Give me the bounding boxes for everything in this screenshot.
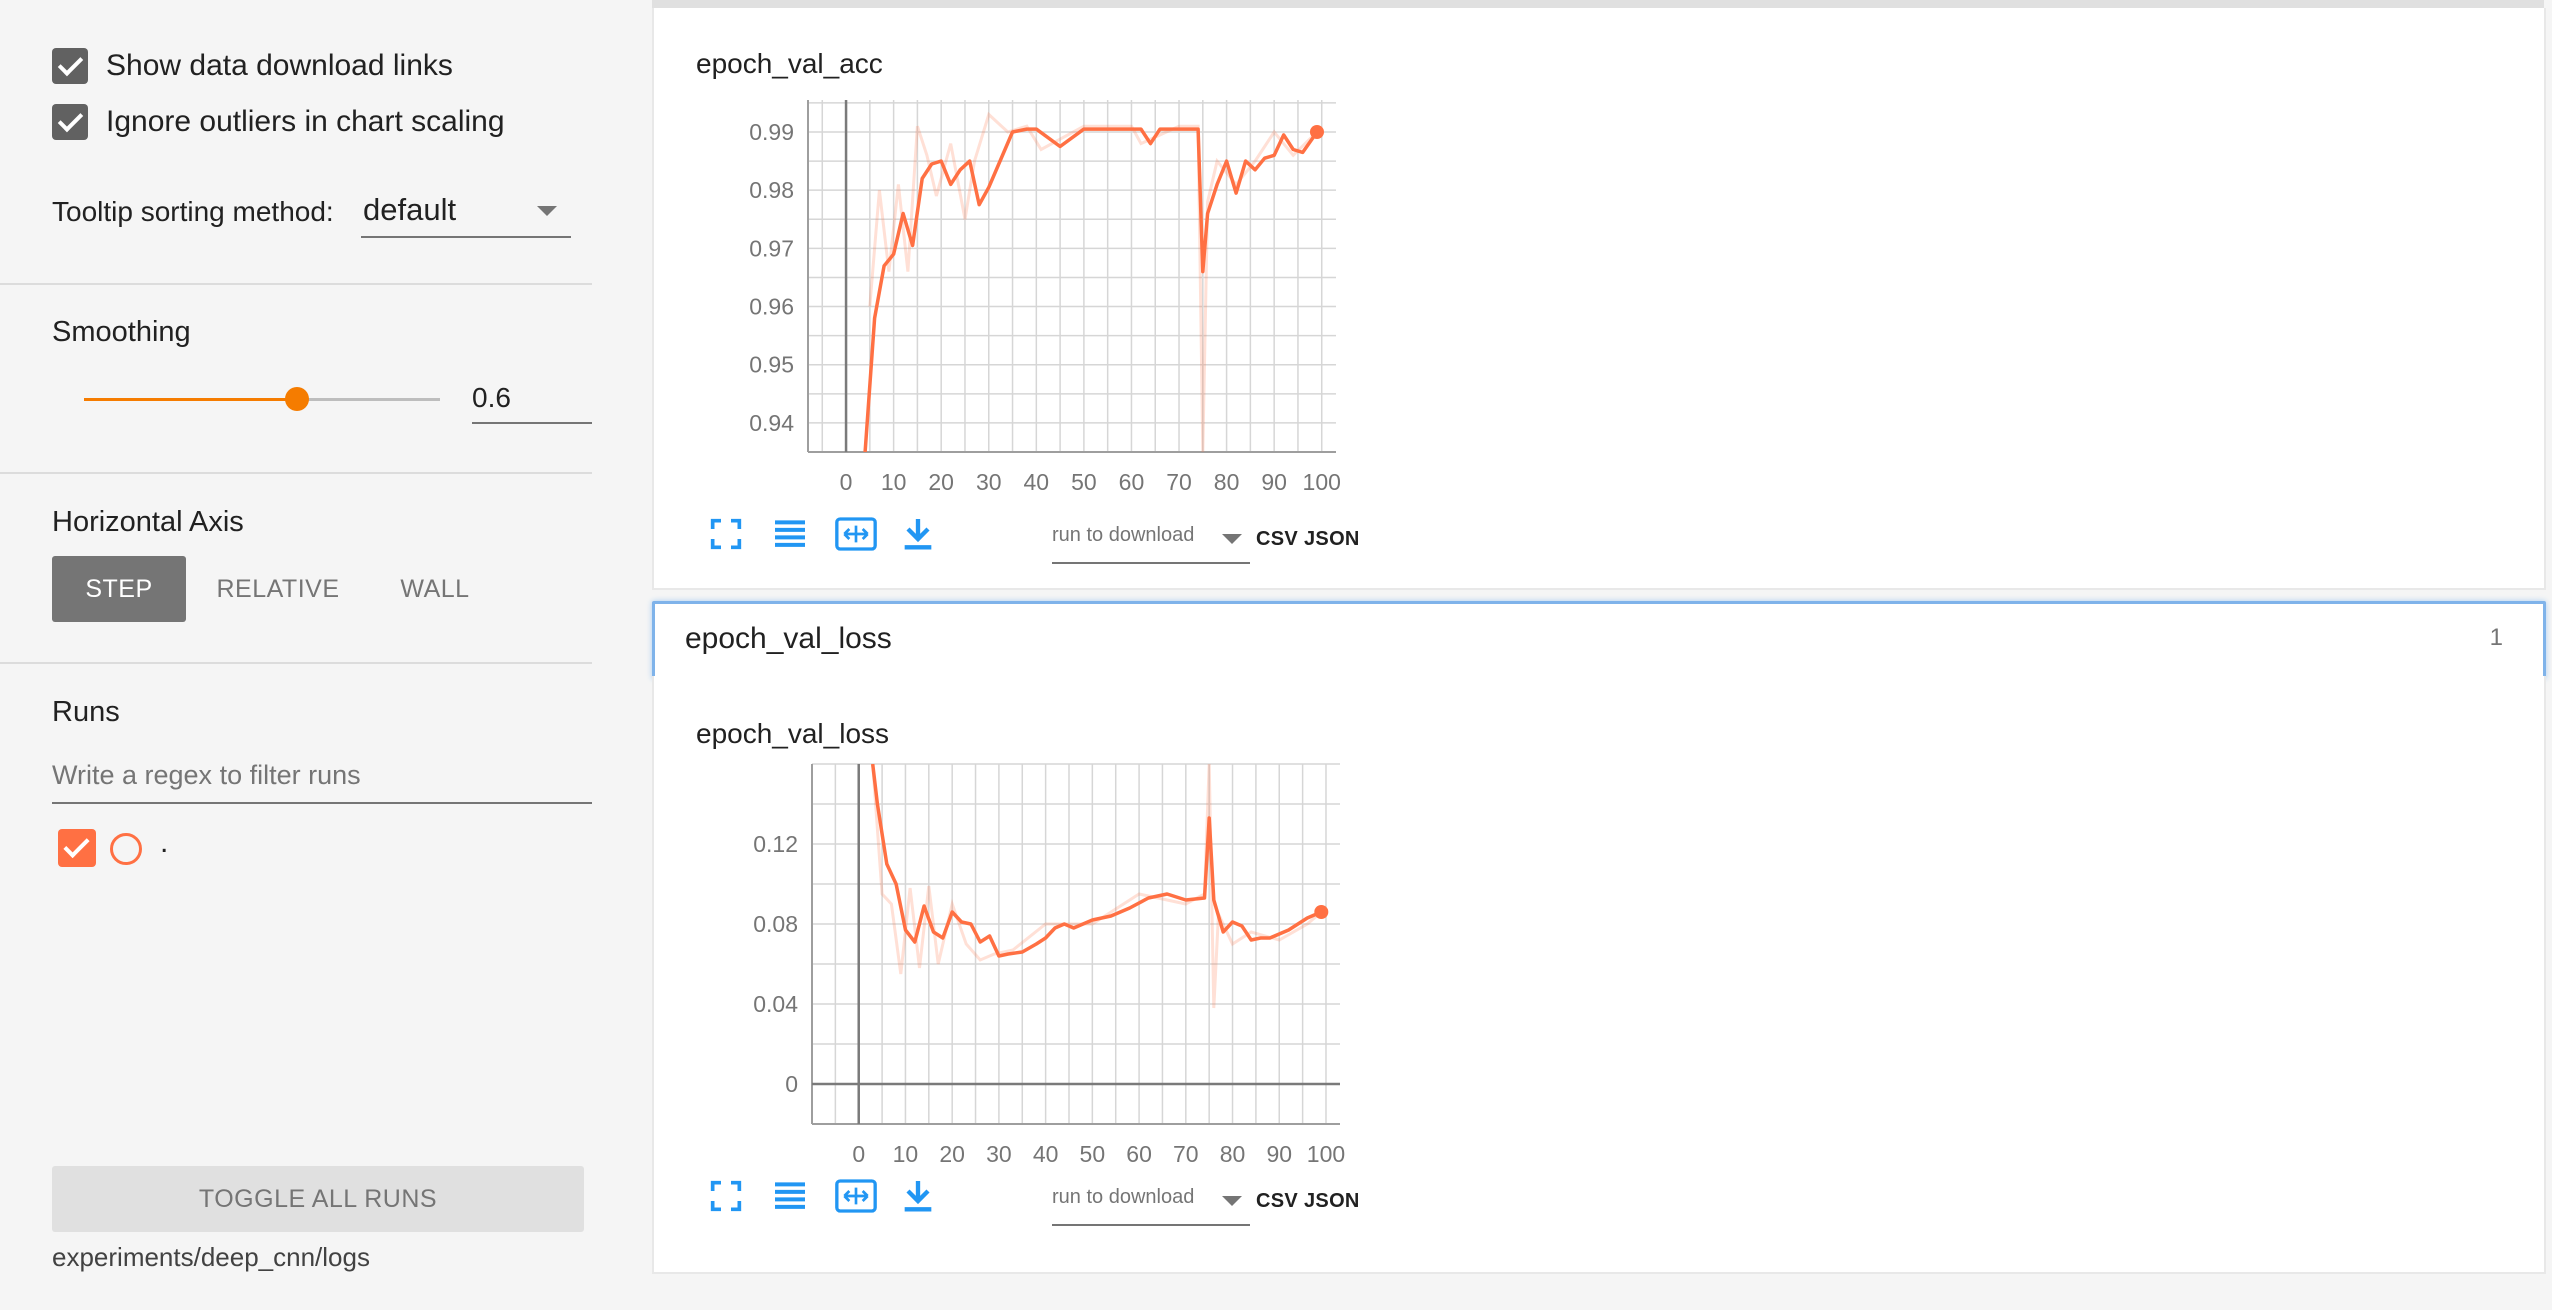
ignore-outliers-checkbox[interactable]: [52, 104, 88, 140]
main-content: epoch_val_acc 0.94 0.95 0.96 0.97 0.98 0.99 0 1…: [652, 0, 2546, 1274]
y-tick-label: 0.99: [749, 119, 794, 145]
x-tick-label: 30: [976, 469, 1002, 495]
smoothing-input[interactable]: 0.6: [472, 378, 592, 424]
horizontal-axis-label: Horizontal Axis: [52, 506, 244, 538]
x-tick-label: 90: [1266, 1141, 1292, 1167]
y-tick-label: 0.04: [753, 991, 798, 1017]
tooltip-sorting-label: Tooltip sorting method:: [52, 196, 334, 227]
chart-toolbar: [706, 506, 962, 562]
y-tick-label: 0.97: [749, 235, 794, 261]
x-tick-label: 20: [939, 1141, 965, 1167]
lines-icon[interactable]: [770, 514, 810, 554]
x-tick-label: 40: [1033, 1141, 1059, 1167]
group-title: epoch_val_loss: [685, 622, 892, 655]
tooltip-sorting-value: default: [363, 192, 457, 227]
x-tick-label: 10: [893, 1141, 919, 1167]
run-to-download-placeholder: run to download: [1052, 524, 1195, 546]
run-to-download-dropdown[interactable]: run to download: [1052, 516, 1250, 564]
x-tick-label: 100: [1307, 1141, 1345, 1167]
json-download-link[interactable]: JSON: [1304, 1190, 1360, 1213]
run-checkbox[interactable]: [58, 829, 96, 867]
fit-domain-icon[interactable]: [834, 1176, 877, 1216]
download-icon[interactable]: [898, 1176, 938, 1216]
x-tick-label: 70: [1173, 1141, 1199, 1167]
divider: [0, 662, 592, 664]
x-tick-label: 60: [1126, 1141, 1152, 1167]
json-download-link[interactable]: JSON: [1304, 528, 1360, 551]
chart-card-epoch-val-loss: epoch_val_loss 0 0.04 0.08 0.12 0 10 20 30 40 50 6…: [652, 676, 2546, 1274]
chart-toolbar: [706, 1168, 962, 1224]
x-tick-label: 90: [1261, 469, 1287, 495]
runs-filter-placeholder: Write a regex to filter runs: [52, 760, 361, 790]
show-download-links-label: Show data download links: [106, 49, 453, 82]
runs-filter-input[interactable]: Write a regex to filter runs: [52, 752, 592, 804]
group-header-epoch-val-loss[interactable]: epoch_val_loss 1: [652, 601, 2546, 679]
show-download-links-checkbox[interactable]: [52, 48, 88, 84]
y-tick-label: 0: [785, 1071, 798, 1097]
runs-label: Runs: [52, 696, 120, 728]
ignore-outliers-option[interactable]: Ignore outliers in chart scaling: [52, 102, 505, 142]
y-tick-label: 0.94: [749, 410, 794, 436]
x-tick-label: 10: [881, 469, 907, 495]
run-to-download-placeholder: run to download: [1052, 1186, 1195, 1208]
last-point-marker: [1314, 905, 1329, 919]
x-tick-label: 50: [1071, 469, 1097, 495]
toggle-all-runs-button[interactable]: TOGGLE ALL RUNS: [52, 1166, 584, 1232]
dropdown-arrow-icon: [1222, 534, 1242, 544]
y-tick-label: 0.96: [749, 294, 794, 320]
download-icon[interactable]: [898, 514, 938, 554]
y-tick-label: 0.98: [749, 177, 794, 203]
fullscreen-icon[interactable]: [706, 1176, 746, 1216]
axis-wall-button[interactable]: WALL: [380, 556, 490, 622]
log-directory: experiments/deep_cnn/logs: [52, 1242, 370, 1272]
csv-download-link[interactable]: CSV: [1256, 1190, 1298, 1213]
chart-svg[interactable]: 0.94 0.95 0.96 0.97 0.98 0.99 0 10 20 30 40 50 60 70 8…: [654, 8, 1474, 508]
x-tick-label: 70: [1166, 469, 1192, 495]
ignore-outliers-label: Ignore outliers in chart scaling: [106, 105, 505, 138]
series-smoothed-line: [870, 764, 1322, 958]
group-count: 1: [2489, 624, 2503, 651]
x-tick-label: 0: [840, 469, 853, 495]
x-tick-label: 20: [928, 469, 954, 495]
chart-card-epoch-val-acc: epoch_val_acc 0.94 0.95 0.96 0.97 0.98 0.99 0 1…: [652, 8, 2546, 590]
lines-icon[interactable]: [770, 1176, 810, 1216]
dropdown-arrow-icon: [1222, 1196, 1242, 1206]
show-download-links-option[interactable]: Show data download links: [52, 46, 453, 86]
axis-step-button[interactable]: STEP: [52, 556, 186, 622]
run-radio-button[interactable]: [110, 833, 142, 865]
tooltip-sorting-dropdown[interactable]: default: [361, 190, 571, 238]
x-tick-label: 50: [1080, 1141, 1106, 1167]
dropdown-arrow-icon: [537, 206, 557, 216]
x-tick-label: 80: [1220, 1141, 1246, 1167]
fullscreen-icon[interactable]: [706, 514, 746, 554]
top-shadow: [652, 0, 2544, 8]
smoothing-value: 0.6: [472, 382, 511, 413]
series-raw-line: [871, 764, 1323, 1009]
smoothing-label: Smoothing: [52, 316, 191, 348]
x-tick-label: 30: [986, 1141, 1012, 1167]
chart-svg[interactable]: 0 0.04 0.08 0.12 0 10 20 30 40 50 60 70 80 90 100: [654, 676, 1474, 1176]
last-point-marker: [1309, 125, 1324, 139]
axis-relative-button[interactable]: RELATIVE: [204, 556, 352, 622]
y-tick-label: 0.12: [753, 831, 798, 857]
divider: [0, 283, 592, 285]
csv-download-link[interactable]: CSV: [1256, 528, 1298, 551]
y-tick-label: 0.95: [749, 352, 794, 378]
run-name: .: [160, 826, 169, 859]
smoothing-slider-fill: [84, 398, 297, 401]
divider: [0, 472, 592, 474]
smoothing-slider-knob[interactable]: [285, 387, 309, 411]
run-to-download-dropdown[interactable]: run to download: [1052, 1178, 1250, 1226]
fit-domain-icon[interactable]: [834, 514, 877, 554]
x-tick-label: 60: [1119, 469, 1145, 495]
x-tick-label: 40: [1024, 469, 1050, 495]
sidebar: Show data download links Ignore outliers…: [0, 0, 592, 1310]
x-tick-label: 0: [852, 1141, 865, 1167]
x-tick-label: 80: [1214, 469, 1240, 495]
y-tick-label: 0.08: [753, 911, 798, 937]
x-tick-label: 100: [1303, 469, 1341, 495]
